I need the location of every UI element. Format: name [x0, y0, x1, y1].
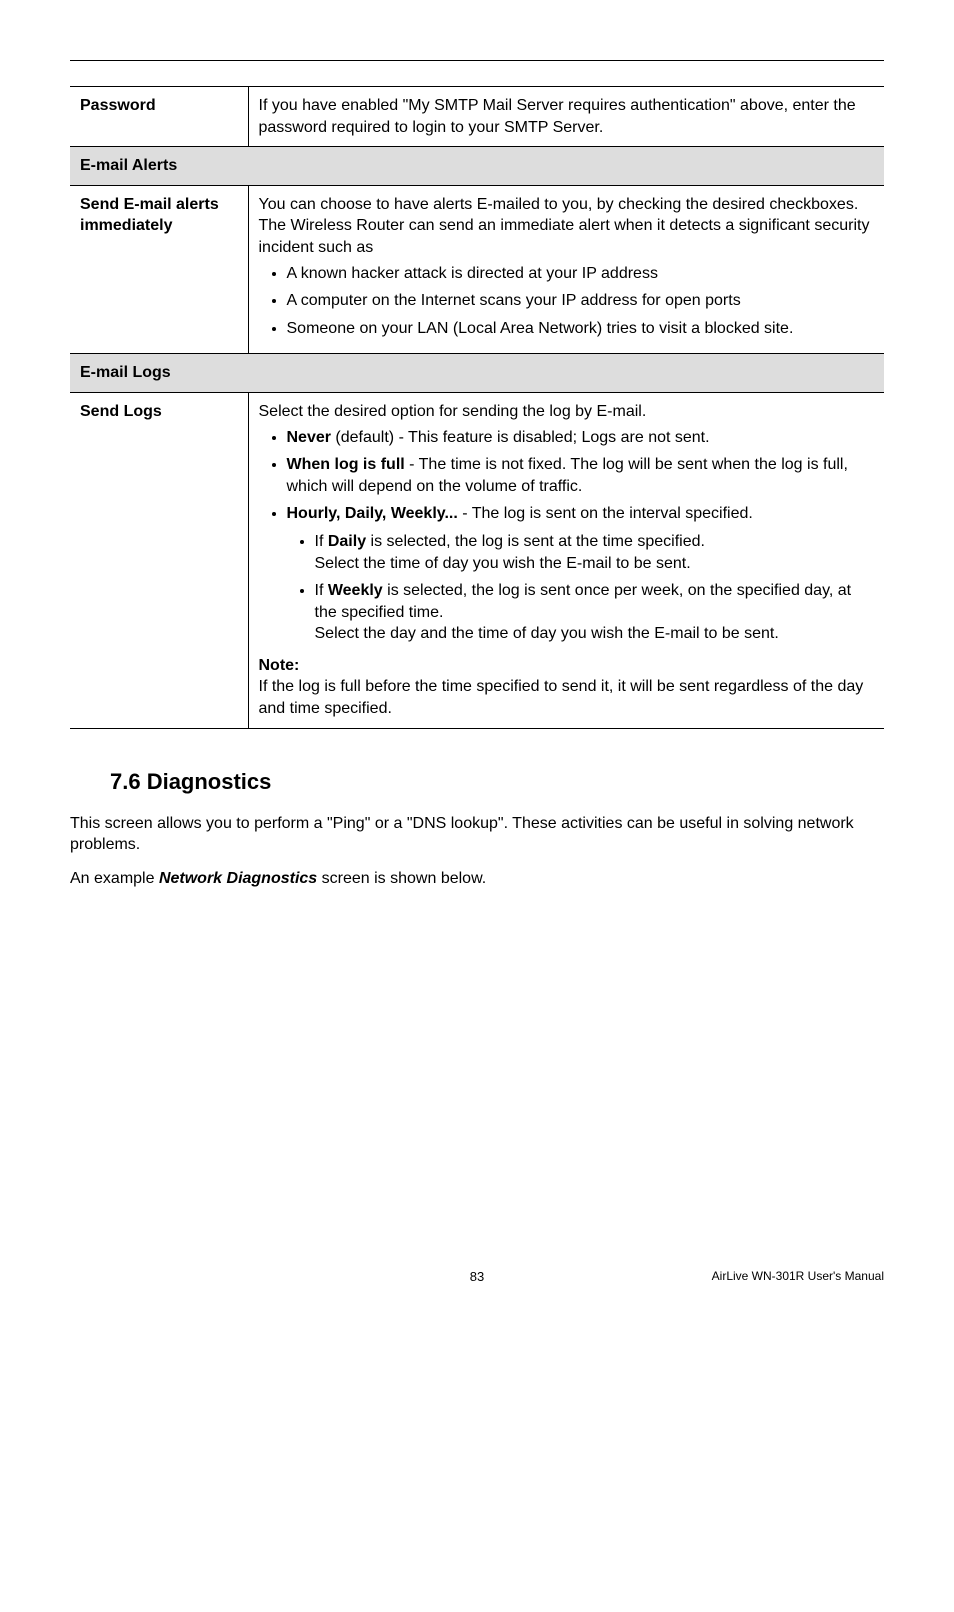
list-item: Never (default) - This feature is disabl… [287, 427, 875, 449]
para2-post: screen is shown below. [317, 870, 486, 887]
section-header-email-logs: E-mail Logs [70, 354, 884, 393]
send-logs-intro: Select the desired option for sending th… [259, 403, 647, 420]
bullet-rest: (default) - This feature is disabled; Lo… [331, 429, 710, 446]
section-heading-diagnostics: 7.6 Diagnostics [110, 769, 884, 795]
table-row: Send Logs Select the desired option for … [70, 392, 884, 728]
sub-bold: Weekly [328, 582, 383, 599]
bullet-bold: When log is full [287, 456, 405, 473]
document-title: AirLive WN-301R User's Manual [712, 1269, 884, 1283]
note-label: Note: [259, 655, 875, 677]
note-text: If the log is full before the time speci… [259, 678, 864, 717]
section-header-email-alerts: E-mail Alerts [70, 147, 884, 186]
send-alerts-bullets: A known hacker attack is directed at you… [259, 263, 875, 340]
sub-rest: is selected, the log is sent at the time… [366, 533, 705, 550]
sub-pre: If [315, 533, 328, 550]
list-item: If Weekly is selected, the log is sent o… [315, 580, 875, 645]
bullet-rest: - The log is sent on the interval specif… [458, 505, 753, 522]
list-item: Someone on your LAN (Local Area Network)… [287, 318, 875, 340]
paragraph-diagnostics-1: This screen allows you to perform a "Pin… [70, 813, 884, 856]
sub-bold: Daily [328, 533, 366, 550]
send-alerts-desc: You can choose to have alerts E-mailed t… [259, 196, 870, 256]
sub-line2: Select the time of day you wish the E-ma… [315, 555, 691, 572]
bullet-bold: Hourly, Daily, Weekly... [287, 505, 458, 522]
table-row: Password If you have enabled "My SMTP Ma… [70, 87, 884, 147]
sub-line2: Select the day and the time of day you w… [315, 625, 779, 642]
row-label-send-logs: Send Logs [70, 392, 248, 728]
paragraph-diagnostics-2: An example Network Diagnostics screen is… [70, 868, 884, 890]
sub-pre: If [315, 582, 328, 599]
sub-rest: is selected, the log is sent once per we… [315, 582, 852, 621]
list-item: If Daily is selected, the log is sent at… [315, 531, 875, 574]
list-item: When log is full - The time is not fixed… [287, 454, 875, 497]
table-row: Send E-mail alerts immediately You can c… [70, 185, 884, 354]
row-label-send-alerts: Send E-mail alerts immediately [70, 185, 248, 354]
row-desc-send-alerts: You can choose to have alerts E-mailed t… [248, 185, 884, 354]
config-table: Password If you have enabled "My SMTP Ma… [70, 86, 884, 729]
top-horizontal-rule [70, 60, 884, 61]
send-logs-bullets: Never (default) - This feature is disabl… [259, 427, 875, 645]
list-item: A known hacker attack is directed at you… [287, 263, 875, 285]
page-number: 83 [470, 1269, 484, 1284]
row-label-password: Password [70, 87, 248, 147]
para2-bold: Network Diagnostics [159, 870, 317, 887]
row-desc-send-logs: Select the desired option for sending th… [248, 392, 884, 728]
para2-pre: An example [70, 870, 159, 887]
list-item: Hourly, Daily, Weekly... - The log is se… [287, 503, 875, 645]
list-item: A computer on the Internet scans your IP… [287, 290, 875, 312]
section-row-email-alerts: E-mail Alerts [70, 147, 884, 186]
send-logs-sub-bullets: If Daily is selected, the log is sent at… [287, 531, 875, 645]
bullet-bold: Never [287, 429, 331, 446]
row-desc-password: If you have enabled "My SMTP Mail Server… [248, 87, 884, 147]
section-row-email-logs: E-mail Logs [70, 354, 884, 393]
page-footer: 83 AirLive WN-301R User's Manual [70, 1269, 884, 1283]
